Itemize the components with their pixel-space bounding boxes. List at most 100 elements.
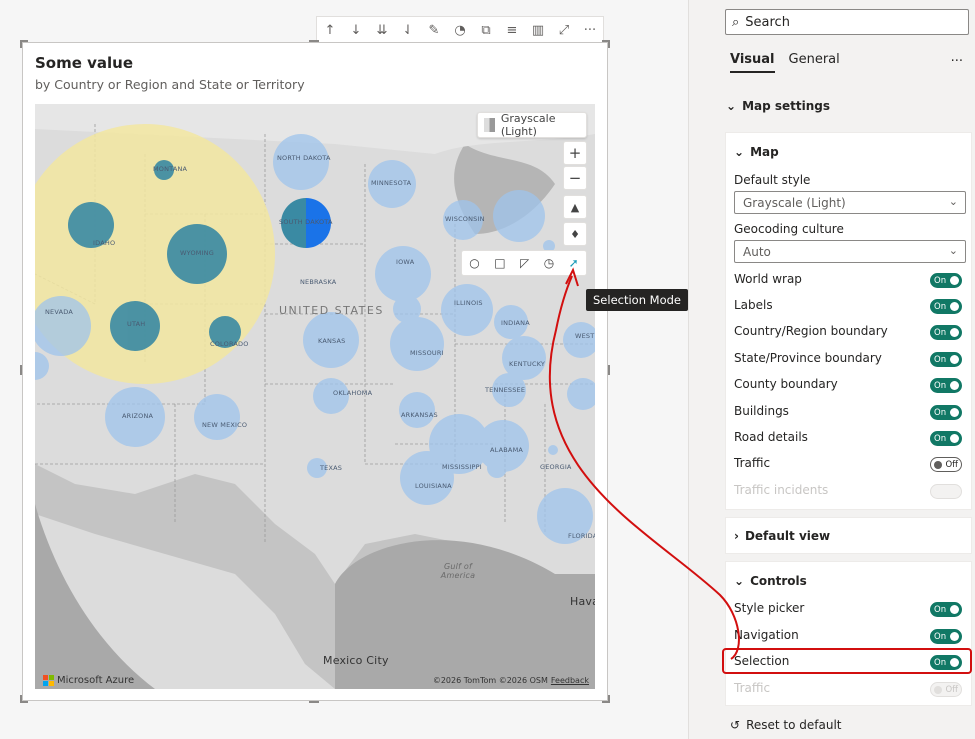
world-wrap-toggle[interactable]: On xyxy=(930,273,962,288)
pitch-icon[interactable]: ▲ xyxy=(563,195,587,219)
county-boundary-toggle[interactable]: On xyxy=(930,378,962,393)
toggle-label: Traffic xyxy=(734,681,771,695)
resize-handle[interactable] xyxy=(20,695,22,703)
state-label: WEST xyxy=(575,332,595,340)
search-icon: ⌕ xyxy=(732,14,740,30)
state-label: IOWA xyxy=(396,258,415,266)
resize-handle[interactable] xyxy=(608,695,610,703)
travel-time-icon[interactable]: ◷ xyxy=(544,256,554,270)
state-label: ARKANSAS xyxy=(401,411,438,419)
traffic-control-toggle: Off xyxy=(930,682,962,697)
controls-header[interactable]: ⌄ Controls xyxy=(734,574,807,588)
toggle-label: Traffic xyxy=(734,456,771,470)
visual-title: Some value xyxy=(35,54,134,72)
labels-toggle[interactable]: On xyxy=(930,299,962,314)
collapsed-pane xyxy=(688,0,718,739)
map-canvas[interactable]: MONTANA NORTH DAKOTA MINNESOTA WISCONSIN… xyxy=(35,104,595,689)
arrow-down-icon[interactable]: ↓ xyxy=(343,17,369,43)
tab-visual[interactable]: Visual xyxy=(730,52,775,73)
chevron-down-icon: ⌄ xyxy=(948,244,958,257)
polygon-select-icon[interactable]: ◸ xyxy=(520,256,529,270)
visual-header-toolbar: ↑ ↓ ⇊ ⇃ ✎ ◔ ⧉ ≡ ▥ ⤢ ··· xyxy=(316,16,604,42)
state-label: MISSISSIPPI xyxy=(442,463,482,471)
chevron-down-icon: ⌄ xyxy=(734,574,745,588)
state-label: NEW MEXICO xyxy=(202,421,248,429)
style-picker-button[interactable]: Grayscale (Light) xyxy=(477,112,587,138)
double-arrow-down-icon[interactable]: ⇊ xyxy=(369,17,395,43)
resize-handle[interactable] xyxy=(20,365,22,375)
selection-toolbar: ○ □ ◸ ◷ ➚ xyxy=(461,250,587,276)
copy-visual-icon[interactable]: ⧉ xyxy=(473,17,499,43)
selection-highlight-box xyxy=(722,648,972,674)
toggle-label: World wrap xyxy=(734,272,802,286)
default-view-header[interactable]: › Default view xyxy=(734,529,830,543)
state-label: OKLAHOMA xyxy=(333,389,373,397)
buildings-toggle[interactable]: On xyxy=(930,405,962,420)
state-label: TENNESSEE xyxy=(485,386,526,394)
search-input[interactable]: ⌕ Search xyxy=(725,9,969,35)
microsoft-logo-icon xyxy=(43,675,54,686)
tab-general[interactable]: General xyxy=(789,52,840,73)
reset-to-default-button[interactable]: ↺ Reset to default xyxy=(730,718,841,732)
traffic-toggle[interactable]: Off xyxy=(930,457,962,472)
azure-logo: Microsoft Azure xyxy=(43,675,134,686)
city-label: Hava xyxy=(570,595,595,608)
zoom-in-button[interactable]: + xyxy=(563,141,587,165)
bell-icon[interactable]: ◔ xyxy=(447,17,473,43)
feedback-link[interactable]: Feedback xyxy=(551,676,589,685)
map-settings-section[interactable]: ⌄ Map settings xyxy=(726,99,830,113)
report-canvas: ↑ ↓ ⇊ ⇃ ✎ ◔ ⧉ ≡ ▥ ⤢ ··· Some value by Co… xyxy=(0,0,688,739)
city-label: Mexico City xyxy=(323,654,389,667)
traffic-incidents-toggle xyxy=(930,484,962,499)
toggle-label: Road details xyxy=(734,430,808,444)
navigation-toggle[interactable]: On xyxy=(930,629,962,644)
state-boundary-toggle[interactable]: On xyxy=(930,352,962,367)
rectangle-select-icon[interactable]: □ xyxy=(494,256,505,270)
country-boundary-toggle[interactable]: On xyxy=(930,325,962,340)
state-label: INDIANA xyxy=(501,319,530,327)
toggle-label: Country/Region boundary xyxy=(734,324,888,338)
format-icon[interactable]: ▥ xyxy=(525,17,551,43)
format-pane: ⌕ Search Visual General ··· ⌄ Map settin… xyxy=(718,0,975,739)
resize-handle[interactable] xyxy=(608,365,610,375)
controls-card: ⌄ Controls Style picker On Navigation On… xyxy=(725,561,972,706)
map-card-header[interactable]: ⌄ Map xyxy=(734,145,779,159)
resize-handle[interactable] xyxy=(309,701,319,703)
expand-hierarchy-icon[interactable]: ⇃ xyxy=(395,17,421,43)
state-label: TEXAS xyxy=(320,464,343,472)
compass-icon[interactable]: ♦ xyxy=(563,222,587,246)
road-details-toggle[interactable]: On xyxy=(930,431,962,446)
toggle-label: Navigation xyxy=(734,628,799,642)
more-options-icon[interactable]: ··· xyxy=(577,17,603,43)
default-style-dropdown[interactable]: Grayscale (Light) ⌄ xyxy=(734,191,966,214)
style-picker-toggle[interactable]: On xyxy=(930,602,962,617)
more-options-button[interactable]: ··· xyxy=(951,54,963,69)
reset-icon: ↺ xyxy=(730,718,741,732)
state-label: SOUTH DAKOTA xyxy=(279,218,333,226)
toggle-label: Style picker xyxy=(734,601,805,615)
state-label: FLORIDA xyxy=(568,532,595,540)
state-label: NEBRASKA xyxy=(300,278,337,286)
chevron-down-icon: ⌄ xyxy=(726,99,737,113)
toggle-label: State/Province boundary xyxy=(734,351,882,365)
gulf-label: Gulf of America xyxy=(440,562,476,580)
selection-mode-tooltip: Selection Mode xyxy=(586,289,688,311)
resize-handle[interactable] xyxy=(608,40,610,48)
default-view-card[interactable]: › Default view xyxy=(725,517,972,554)
selection-mode-icon[interactable]: ➚ xyxy=(569,256,579,270)
state-label: MINNESOTA xyxy=(371,179,412,187)
filter-icon[interactable]: ≡ xyxy=(499,17,525,43)
pin-icon[interactable]: ✎ xyxy=(421,17,447,43)
state-label: ALABAMA xyxy=(490,446,524,454)
focus-mode-icon[interactable]: ⤢ xyxy=(551,17,577,43)
state-label: WYOMING xyxy=(180,249,214,257)
zoom-out-button[interactable]: − xyxy=(563,166,587,190)
style-swatch-icon xyxy=(484,118,495,132)
map-visual[interactable]: Some value by Country or Region and Stat… xyxy=(20,40,610,703)
arrow-up-icon[interactable]: ↑ xyxy=(317,17,343,43)
resize-handle[interactable] xyxy=(20,40,22,48)
resize-handle[interactable] xyxy=(309,40,319,42)
geocoding-dropdown[interactable]: Auto ⌄ xyxy=(734,240,966,263)
circle-select-icon[interactable]: ○ xyxy=(469,256,479,270)
style-picker-label: Grayscale (Light) xyxy=(500,112,556,138)
